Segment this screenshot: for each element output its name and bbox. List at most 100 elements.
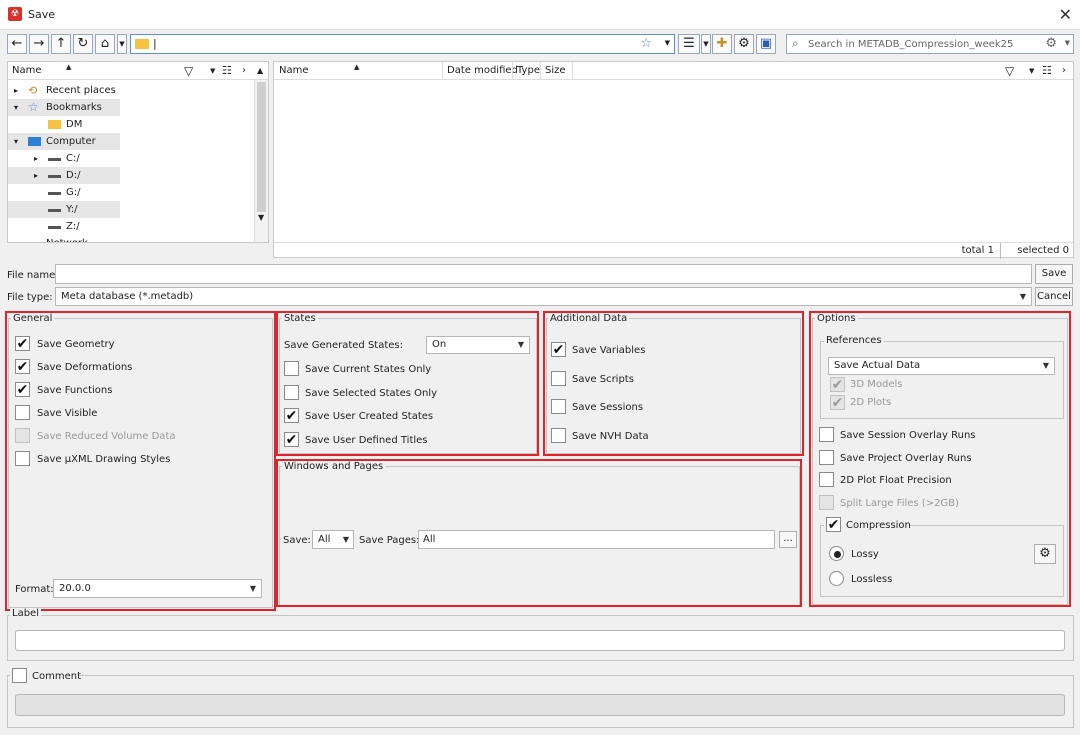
address-bar[interactable]: | ☆ ▼: [130, 34, 675, 54]
address-input[interactable]: |: [153, 37, 157, 50]
expander-icon[interactable]: ▸: [34, 150, 38, 167]
chevron-right-icon[interactable]: ›: [1062, 62, 1066, 80]
tree-item[interactable]: G:/: [8, 184, 120, 201]
columns-icon[interactable]: ☷: [1042, 62, 1052, 80]
recent-places-icon: ⟲: [28, 84, 38, 97]
drive-icon: [48, 226, 61, 229]
filter-icon[interactable]: ▽: [184, 62, 193, 80]
file-list: Name ▲ Date modified Type Size ▽ ▼ ☷ › t…: [273, 61, 1074, 259]
tree-item[interactable]: ▸ ⟲ Recent places: [8, 82, 120, 99]
columns-icon[interactable]: ☷: [222, 62, 232, 80]
star-icon: ☆: [28, 100, 39, 114]
column-type[interactable]: Type: [512, 62, 540, 80]
file-type-select[interactable]: Meta database (*.metadb) ▼: [55, 287, 1032, 306]
panel-toggle-icon[interactable]: ▣: [756, 34, 776, 54]
file-type-value: Meta database (*.metadb): [61, 291, 194, 302]
address-dropdown-icon[interactable]: ▼: [665, 39, 670, 47]
expander-icon[interactable]: ▸: [14, 82, 18, 99]
tree-item-label: Computer: [46, 136, 96, 147]
history-dropdown-icon[interactable]: ▼: [117, 34, 127, 54]
tree-item[interactable]: Network places: [8, 235, 120, 242]
tree-item-label: Y:/: [66, 204, 78, 215]
label-title: Label: [10, 608, 41, 619]
computer-icon: [28, 137, 41, 146]
tree-item-label: C:/: [66, 153, 80, 164]
tree-scrollbar[interactable]: ▼: [254, 80, 268, 242]
drive-icon: [48, 175, 61, 178]
tree-scroll-thumb[interactable]: [257, 82, 266, 212]
app-icon: ☢: [8, 7, 22, 21]
tree-item[interactable]: ▸ D:/: [8, 167, 120, 184]
filter-icon[interactable]: ▽: [1005, 62, 1014, 80]
highlight-windows-pages: [276, 459, 802, 607]
tree-item-label: G:/: [66, 187, 81, 198]
cancel-button[interactable]: Cancel: [1035, 287, 1073, 306]
file-list-header: Name ▲ Date modified Type Size ▽ ▼ ☷ ›: [274, 62, 1073, 80]
highlight-states: [276, 311, 539, 456]
comment-checkbox[interactable]: [12, 668, 27, 683]
sort-icon[interactable]: ☰: [678, 34, 700, 54]
expander-icon[interactable]: ▾: [14, 99, 18, 116]
tree-item-label: DM: [66, 119, 83, 130]
filter-dropdown-icon[interactable]: ▼: [1029, 62, 1034, 80]
total-count: total 1: [962, 243, 1001, 259]
refresh-button[interactable]: ↻: [73, 34, 93, 54]
close-icon[interactable]: ✕: [1059, 5, 1072, 24]
tree-item[interactable]: ▾ Computer: [8, 133, 120, 150]
label-input[interactable]: [15, 630, 1065, 651]
comment-header: Comment: [10, 667, 81, 685]
selected-count: selected 0: [1017, 245, 1069, 256]
search-icon: ⌕: [792, 36, 799, 50]
file-name-label: File name:: [7, 270, 59, 281]
tree-item-label: Recent places: [46, 85, 116, 96]
tree-item-label: Z:/: [66, 221, 80, 232]
title-bar: ☢ Save ✕: [0, 0, 1080, 30]
file-type-label: File type:: [7, 292, 53, 303]
filter-dropdown-icon[interactable]: ▼: [210, 62, 215, 80]
tree-header: Name ▲ ▽ ▼ ☷ › ▲: [8, 62, 268, 80]
column-name[interactable]: Name: [279, 62, 309, 80]
search-box[interactable]: ⌕ Search in METADB_Compression_week25 ⚙ …: [786, 34, 1074, 54]
drive-icon: [48, 192, 61, 195]
folder-icon: [48, 120, 61, 129]
highlight-options: [809, 311, 1071, 607]
folder-tree: Name ▲ ▽ ▼ ☷ › ▲ ▸ ⟲ Recent places ▾ ☆ Bookma…: [7, 61, 269, 243]
tree-item[interactable]: Z:/: [8, 218, 120, 235]
chevron-down-icon: ▼: [1019, 292, 1026, 301]
tree-item-label: Network places: [46, 235, 120, 242]
comment-label: Comment: [32, 671, 81, 682]
expander-icon[interactable]: ▸: [34, 167, 38, 184]
file-name-input[interactable]: [55, 264, 1032, 284]
scroll-up-icon[interactable]: ▲: [257, 62, 263, 80]
search-options-gear-icon[interactable]: ⚙: [1045, 36, 1057, 51]
search-dropdown-icon[interactable]: ▼: [1065, 39, 1070, 47]
tree-item[interactable]: ▾ ☆ Bookmarks: [8, 99, 120, 116]
drive-icon: [48, 209, 61, 212]
sort-up-icon: ▲: [66, 63, 72, 71]
new-folder-icon[interactable]: ✚: [712, 34, 732, 54]
tree-item-label: Bookmarks: [46, 102, 102, 113]
tree-item[interactable]: ▸ C:/: [8, 150, 120, 167]
drive-icon: [48, 158, 61, 161]
column-date-modified[interactable]: Date modified: [442, 62, 518, 80]
up-button[interactable]: ↑: [51, 34, 71, 54]
chevron-right-icon[interactable]: ›: [242, 62, 246, 80]
forward-button[interactable]: →: [29, 34, 49, 54]
tree-header-label[interactable]: Name: [12, 62, 42, 80]
highlight-additional: [543, 311, 804, 456]
folder-icon: [135, 39, 149, 49]
sort-dropdown-icon[interactable]: ▼: [701, 34, 711, 54]
home-button[interactable]: ⌂: [95, 34, 115, 54]
settings-gear-icon[interactable]: ⚙: [734, 34, 754, 54]
toolbar: ← → ↑ ↻ ⌂ ▼ | ☆ ▼ ☰ ▼ ✚ ⚙ ▣ ⌕ Search in …: [0, 31, 1080, 59]
tree-item[interactable]: DM: [8, 116, 120, 133]
column-size[interactable]: Size: [540, 62, 573, 80]
save-button[interactable]: Save: [1035, 264, 1073, 284]
bookmark-star-icon[interactable]: ☆: [640, 36, 652, 51]
search-input[interactable]: Search in METADB_Compression_week25: [808, 39, 1013, 50]
tree-item[interactable]: Y:/: [8, 201, 120, 218]
expander-icon[interactable]: ▾: [14, 133, 18, 150]
back-button[interactable]: ←: [7, 34, 27, 54]
scroll-down-icon[interactable]: ▼: [258, 213, 264, 222]
comment-input[interactable]: [15, 694, 1065, 716]
